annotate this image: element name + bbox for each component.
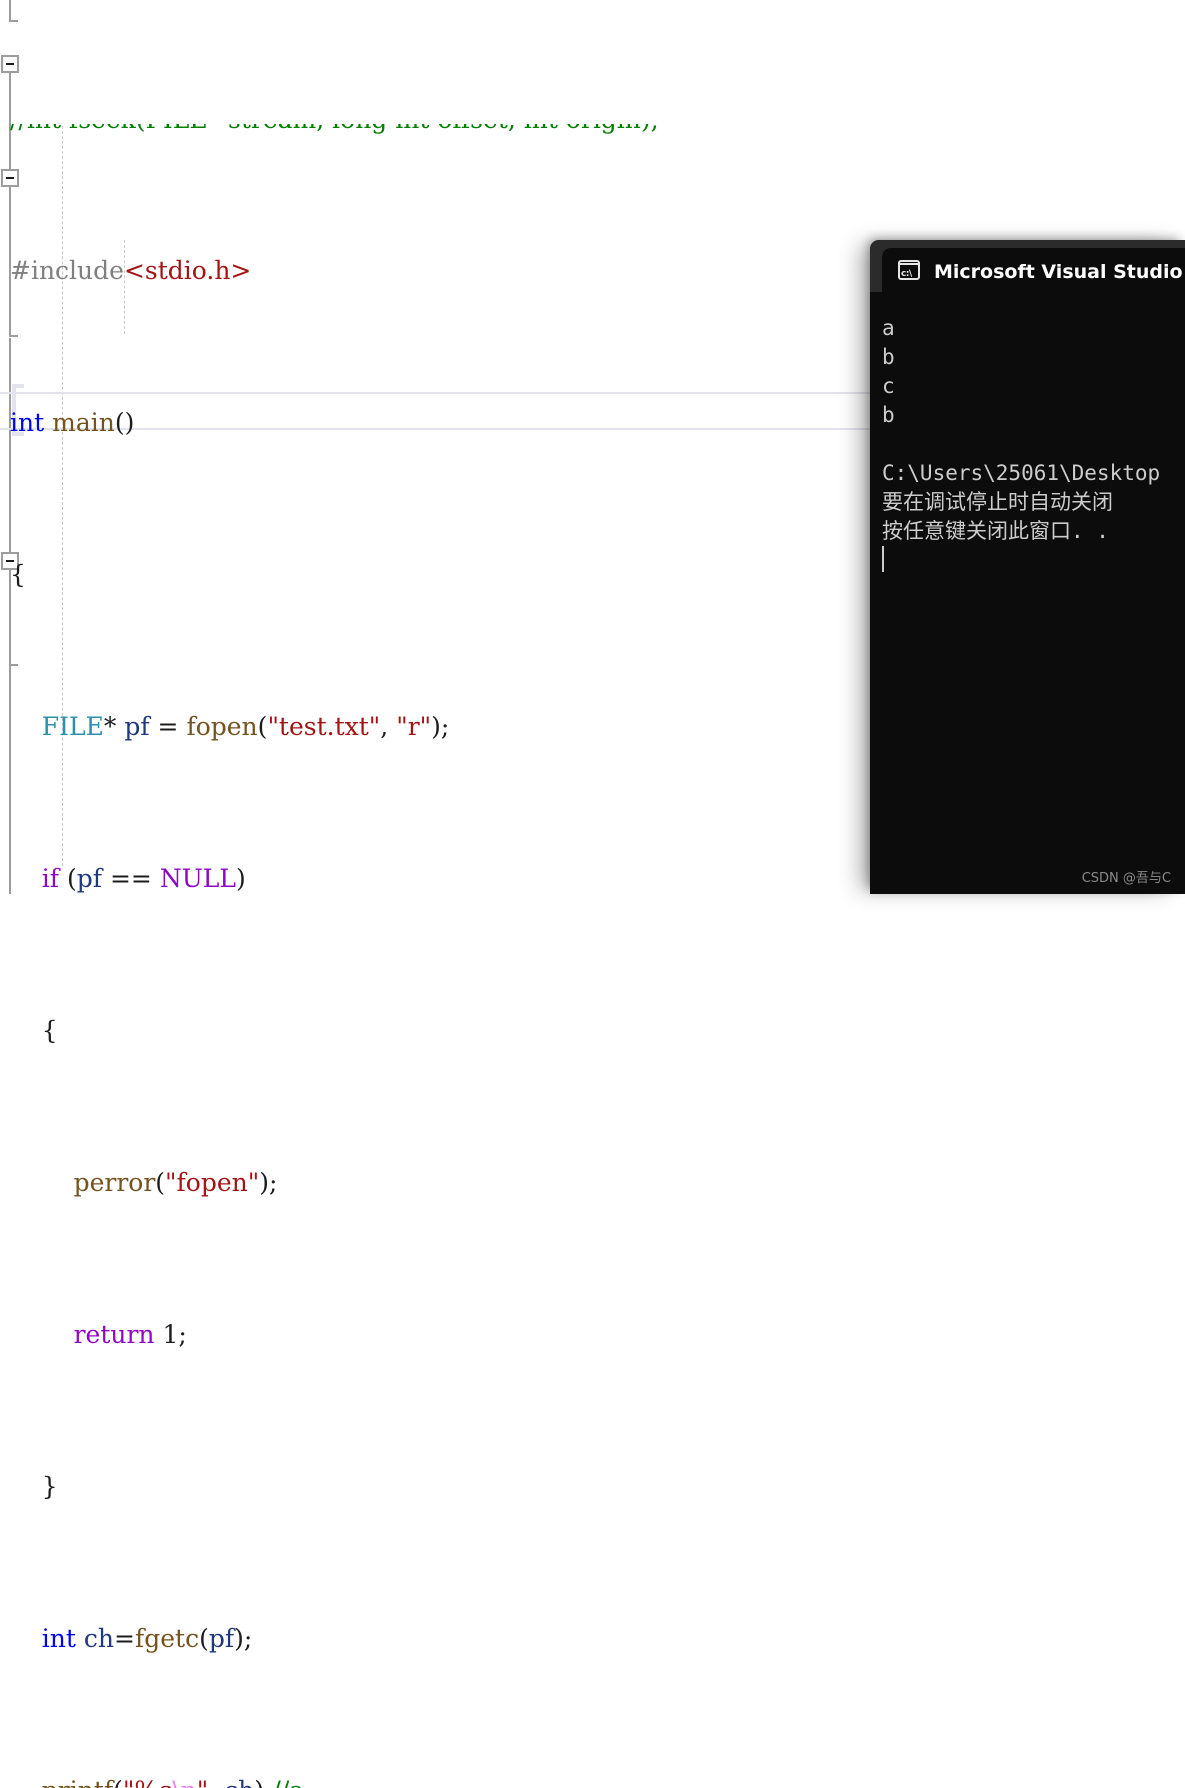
console-line: b: [882, 345, 895, 369]
console-line: b: [882, 403, 895, 427]
console-output: a b c b C:\Users\25061\Desktop 要在调试停止时自动…: [870, 292, 1185, 894]
code-line: }: [41, 1472, 58, 1501]
code-line: int ch=fgetc(pf);: [41, 1624, 253, 1653]
console-title-text: Microsoft Visual Studio 调试控: [934, 260, 1185, 283]
console-line: 按任意键关闭此窗口. .: [882, 519, 1109, 543]
code-line-text: //int fseek(FILE* stream, long int offse…: [10, 124, 659, 134]
console-caret: [882, 546, 884, 572]
console-line: C:\Users\25061\Desktop: [882, 461, 1161, 485]
code-line: perror("fopen");: [73, 1168, 278, 1197]
console-window-icon: c:\: [898, 260, 920, 280]
console-line: 要在调试停止时自动关闭: [882, 490, 1113, 514]
code-line: //int fseek(FILE* stream, long int offse…: [10, 124, 1185, 138]
code-line: return 1;: [73, 1320, 187, 1349]
code-line: {: [41, 1016, 58, 1045]
console-line: c: [882, 374, 895, 398]
console-titlebar[interactable]: c:\ Microsoft Visual Studio 调试控: [870, 240, 1185, 292]
debug-console-window[interactable]: c:\ Microsoft Visual Studio 调试控 a b c b …: [870, 240, 1185, 894]
code-line-current: printf("%c\n", ch);//a: [10, 1772, 1185, 1788]
console-icon-glyph: c:\: [901, 269, 912, 279]
console-line: a: [882, 316, 895, 340]
console-titlebar-content: c:\ Microsoft Visual Studio 调试控: [882, 248, 1185, 292]
csdn-watermark: CSDN @吾与C: [1081, 871, 1171, 886]
